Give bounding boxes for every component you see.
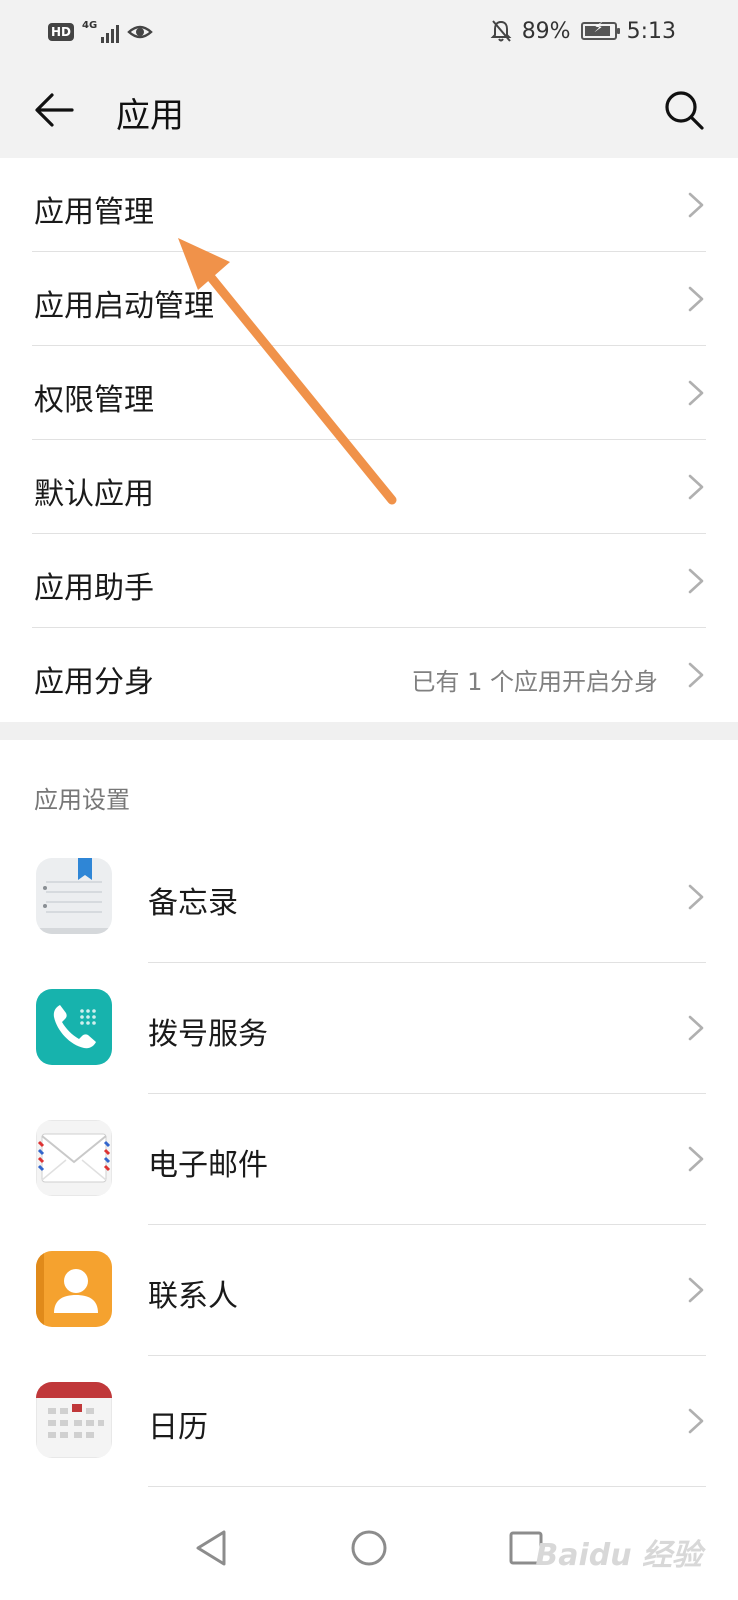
chevron-right-icon <box>688 662 704 688</box>
calendar-icon <box>36 1382 112 1458</box>
menu-item-label: 权限管理 <box>34 383 154 418</box>
menu-item-permissions[interactable]: 权限管理 <box>0 346 738 440</box>
section-title: 应用设置 <box>34 786 130 814</box>
menu-item-app-assistant[interactable]: 应用助手 <box>0 534 738 628</box>
app-item-notes[interactable]: 备忘录 <box>0 832 738 963</box>
chevron-right-icon <box>688 568 704 594</box>
status-bar: HD 4G 89% ⚡ 5:13 <box>0 0 738 62</box>
menu-item-label: 应用启动管理 <box>34 289 214 324</box>
page-title: 应用 <box>116 96 184 136</box>
app-item-calendar[interactable]: 日历 <box>0 1356 738 1487</box>
envelope-icon <box>36 1120 112 1196</box>
menu-item-app-management[interactable]: 应用管理 <box>0 158 738 252</box>
menu-item-label: 应用助手 <box>34 571 154 606</box>
navigation-bar: Baidu 经验 <box>0 1494 738 1600</box>
battery-percent: 89% <box>521 18 571 44</box>
signal-icon: 4G <box>82 20 120 43</box>
menu-item-value: 已有 1 个应用开启分身 <box>411 668 658 696</box>
menu-item-label: 应用管理 <box>34 195 154 230</box>
app-item-contacts[interactable]: 联系人 <box>0 1225 738 1356</box>
menu-item-app-launch[interactable]: 应用启动管理 <box>0 252 738 346</box>
status-left: HD 4G <box>48 18 153 46</box>
phone-icon <box>36 989 112 1065</box>
chevron-right-icon <box>688 1015 704 1041</box>
chevron-right-icon <box>688 286 704 312</box>
app-item-label: 联系人 <box>148 1279 238 1314</box>
menu-item-label: 应用分身 <box>34 665 154 700</box>
section-separator <box>0 722 738 740</box>
app-item-label: 电子邮件 <box>148 1148 268 1183</box>
app-item-label: 拨号服务 <box>148 1017 268 1052</box>
search-icon[interactable] <box>660 86 708 134</box>
app-bar: 应用 <box>0 62 738 158</box>
chevron-right-icon <box>688 1408 704 1434</box>
chevron-right-icon <box>688 192 704 218</box>
chevron-right-icon <box>688 474 704 500</box>
app-item-label: 日历 <box>148 1410 208 1445</box>
chevron-right-icon <box>688 1146 704 1172</box>
clock: 5:13 <box>626 18 676 44</box>
chevron-right-icon <box>688 1277 704 1303</box>
back-arrow-icon[interactable] <box>30 86 78 134</box>
eye-icon <box>127 25 153 39</box>
app-item-dialer[interactable]: 拨号服务 <box>0 963 738 1094</box>
watermark: Baidu 经验 <box>535 1538 702 1573</box>
network-type: 4G <box>82 20 98 31</box>
chevron-right-icon <box>688 884 704 910</box>
notepad-icon <box>36 858 112 934</box>
menu-item-app-twin[interactable]: 应用分身 已有 1 个应用开启分身 <box>0 628 738 722</box>
chevron-right-icon <box>688 380 704 406</box>
bell-muted-icon <box>490 20 512 42</box>
divider <box>148 1486 706 1487</box>
hd-badge: HD <box>48 23 75 41</box>
battery-icon: ⚡ <box>580 20 620 40</box>
nav-home-icon[interactable] <box>341 1520 397 1576</box>
menu-item-label: 默认应用 <box>34 477 154 512</box>
app-settings-list: 备忘录 拨号服务 电子邮件 联系人 日历 <box>0 832 738 1487</box>
nav-back-icon[interactable] <box>184 1520 240 1576</box>
app-item-email[interactable]: 电子邮件 <box>0 1094 738 1225</box>
menu-item-default-apps[interactable]: 默认应用 <box>0 440 738 534</box>
charging-bolt-icon: ⚡ <box>593 20 604 36</box>
settings-list: 应用管理 应用启动管理 权限管理 默认应用 应用助手 应用分身 已有 1 个应用… <box>0 158 738 722</box>
app-item-label: 备忘录 <box>148 886 238 921</box>
status-right: 89% ⚡ 5:13 <box>490 16 676 46</box>
contact-icon <box>36 1251 112 1327</box>
